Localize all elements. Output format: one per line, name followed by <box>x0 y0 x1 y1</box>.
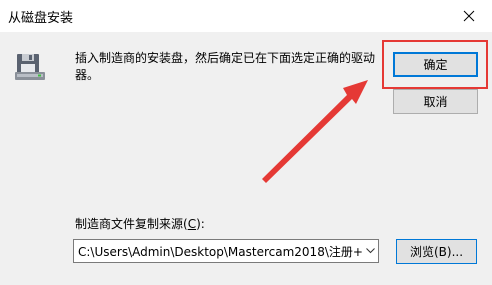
source-path-combobox[interactable]: C:\Users\Admin\Desktop\Mastercam2018\注册+… <box>73 239 379 263</box>
dropdown-button[interactable] <box>362 240 378 262</box>
chevron-down-icon <box>365 248 375 254</box>
ok-button[interactable]: 确定 <box>393 52 478 77</box>
source-path-value[interactable]: C:\Users\Admin\Desktop\Mastercam2018\注册+… <box>74 243 362 260</box>
title-bar: 从磁盘安装 <box>0 0 492 32</box>
source-label-suffix: ): <box>196 217 205 231</box>
floppy-disk-icon <box>15 54 45 80</box>
cancel-button[interactable]: 取消 <box>393 89 478 114</box>
source-label: 制造商文件复制来源(C): <box>75 215 205 232</box>
browse-button[interactable]: 浏览(B)... <box>396 239 477 264</box>
instruction-text: 插入制造商的安装盘，然后确定已在下面选定正确的驱动器。 <box>75 51 376 82</box>
close-button[interactable] <box>446 0 492 32</box>
window-title: 从磁盘安装 <box>8 11 74 26</box>
install-from-disk-dialog: 从磁盘安装 插入制造商的安装盘，然后确定已在下面选定正确的驱动器。 确定 取消 … <box>0 0 492 285</box>
source-label-prefix: 制造商文件复制来源( <box>75 217 188 231</box>
close-icon <box>463 10 475 22</box>
source-label-hotkey: C <box>187 217 197 231</box>
